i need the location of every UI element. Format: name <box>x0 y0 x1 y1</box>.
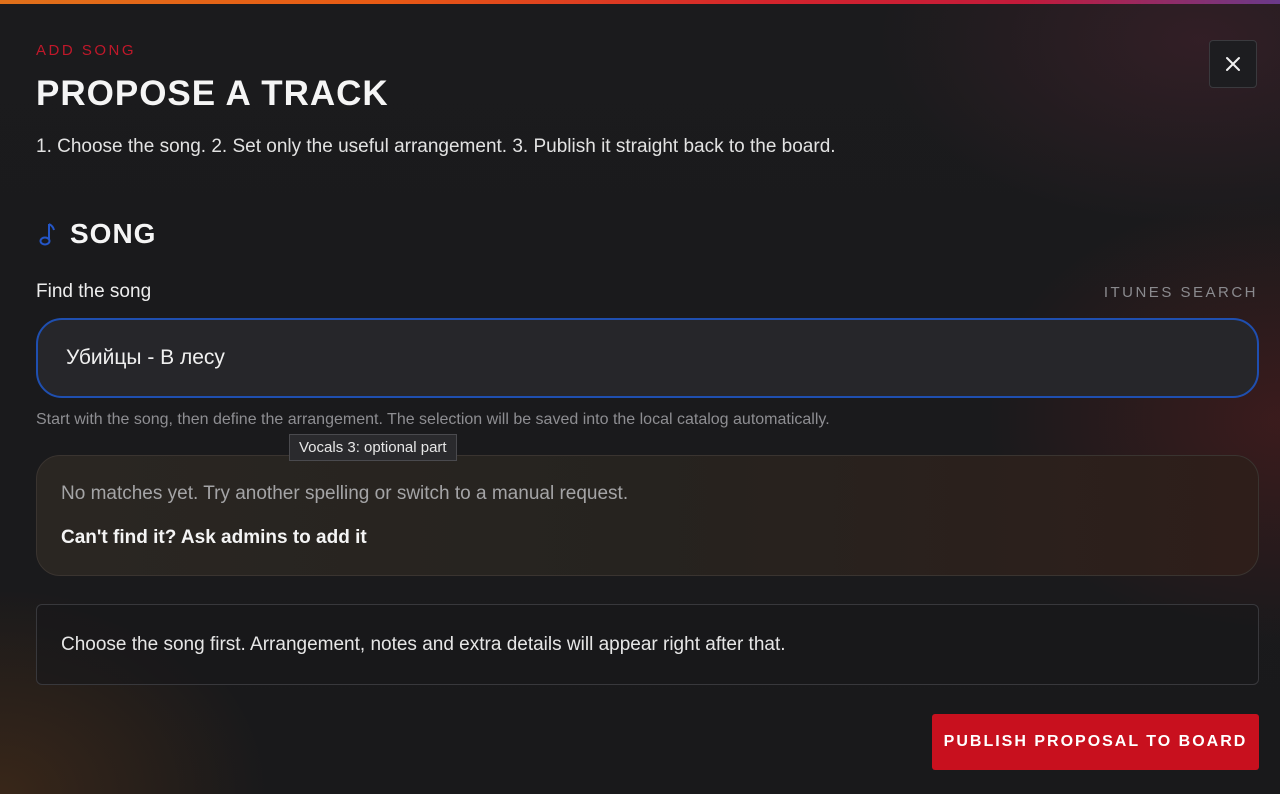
close-icon <box>1226 57 1240 71</box>
search-results-card: No matches yet. Try another spelling or … <box>36 455 1259 576</box>
song-section-title: SONG <box>70 218 157 249</box>
itunes-search-label: ITUNES SEARCH <box>1103 284 1258 301</box>
vocals-tooltip: Vocals 3: optional part <box>289 434 457 461</box>
music-note-icon <box>39 223 55 246</box>
song-section-header: SONG <box>36 218 156 250</box>
find-song-label: Find the song <box>36 281 152 302</box>
dialog-subtitle: 1. Choose the song. 2. Set only the usef… <box>36 136 836 157</box>
arrangement-placeholder-card: Choose the song first. Arrangement, note… <box>36 604 1259 685</box>
publish-proposal-button[interactable]: PUBLISH PROPOSAL TO BOARD <box>932 714 1259 770</box>
dialog-title: PROPOSE A TRACK <box>36 74 389 113</box>
propose-track-dialog: ADD SONG PROPOSE A TRACK 1. Choose the s… <box>0 0 1280 794</box>
song-search-input[interactable] <box>36 318 1259 398</box>
no-matches-message: No matches yet. Try another spelling or … <box>61 483 629 504</box>
close-button[interactable] <box>1209 40 1257 88</box>
arrangement-placeholder-text: Choose the song first. Arrangement, note… <box>61 634 786 655</box>
dialog-eyebrow: ADD SONG <box>36 42 137 59</box>
manual-request-link[interactable]: Can't find it? Ask admins to add it <box>61 527 367 549</box>
accent-strip <box>0 0 1280 4</box>
search-helper-text: Start with the song, then define the arr… <box>36 411 830 428</box>
